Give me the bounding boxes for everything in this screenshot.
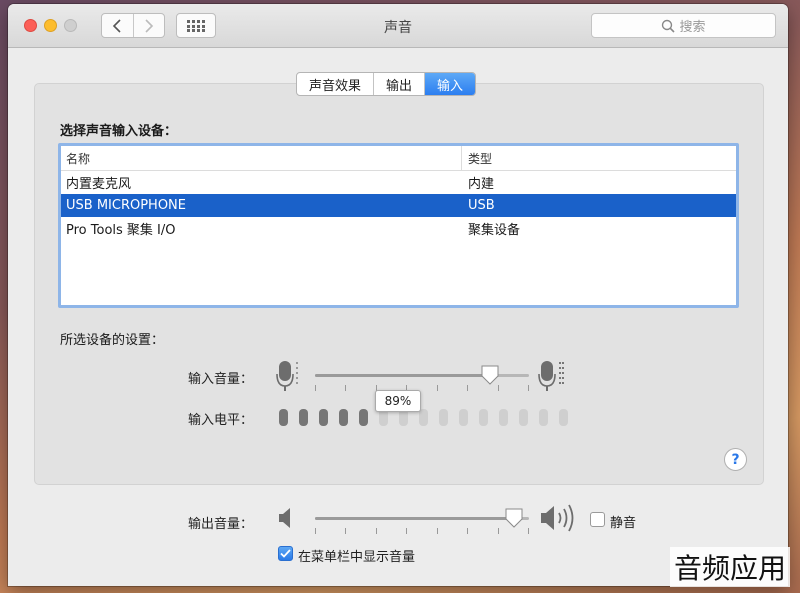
tab-output[interactable]: 输出 — [373, 73, 424, 95]
input-volume-ticks — [315, 385, 529, 391]
chevron-right-icon — [145, 18, 153, 33]
title-bar: 声音 搜索 — [8, 4, 788, 48]
search-field[interactable]: 搜索 — [591, 13, 776, 38]
zoom-button[interactable] — [64, 19, 77, 32]
slider-tick — [498, 385, 499, 391]
slider-tick — [528, 385, 529, 391]
slider-tick — [315, 385, 316, 391]
watermark: 音频应用 — [669, 547, 790, 587]
table-row[interactable]: 内置麦克风 内建 — [61, 171, 736, 194]
input-volume-label: 输入音量： — [188, 372, 254, 387]
tab-sound-effects[interactable]: 声音效果 — [297, 73, 373, 95]
input-volume-tooltip: 89% — [375, 390, 421, 412]
slider-tick — [467, 528, 468, 534]
input-volume-fill — [315, 374, 490, 377]
grid-icon — [187, 19, 205, 32]
device-type: 内建 — [468, 177, 495, 192]
level-segment — [559, 409, 568, 426]
tab-input[interactable]: 输入 — [424, 73, 476, 95]
device-table[interactable]: 名称 类型 内置麦克风 内建 USB MICROPHONE USB Pro To… — [58, 143, 739, 308]
device-settings-label: 所选设备的设置： — [60, 333, 165, 348]
show-volume-in-menubar-checkbox[interactable] — [278, 546, 293, 561]
slider-tick — [345, 528, 346, 534]
level-segment — [299, 409, 308, 426]
slider-tick — [437, 385, 438, 391]
minimize-button[interactable] — [44, 19, 57, 32]
forward-button[interactable] — [132, 14, 165, 37]
slider-tick — [315, 528, 316, 534]
table-row[interactable]: Pro Tools 聚集 I/O 聚集设备 — [61, 217, 736, 240]
level-segment — [419, 409, 428, 426]
level-segment — [279, 409, 288, 426]
input-volume-knob[interactable] — [481, 365, 499, 385]
output-volume-label: 输出音量： — [188, 517, 254, 532]
level-segment — [479, 409, 488, 426]
output-volume-ticks — [315, 528, 529, 534]
microphone-low-icon — [276, 361, 298, 391]
mute-label: 静音 — [610, 516, 637, 531]
help-button[interactable]: ? — [724, 448, 747, 471]
slider-tick — [528, 528, 529, 534]
device-type: 聚集设备 — [468, 223, 521, 238]
input-volume-slider[interactable] — [315, 365, 529, 385]
level-segment — [439, 409, 448, 426]
search-icon — [662, 19, 676, 33]
slider-tick — [498, 528, 499, 534]
navigation-buttons — [101, 13, 165, 38]
table-header: 名称 类型 — [61, 146, 736, 171]
level-segment — [459, 409, 468, 426]
level-segment — [539, 409, 548, 426]
level-segment — [499, 409, 508, 426]
device-name: USB MICROPHONE — [66, 198, 186, 213]
slider-tick — [345, 385, 346, 391]
show-volume-in-menubar-label: 在菜单栏中显示音量 — [298, 550, 416, 565]
output-volume-knob[interactable] — [505, 508, 523, 528]
microphone-high-icon — [538, 361, 564, 391]
slider-tick — [467, 385, 468, 391]
tab-bar: 声音效果 输出 输入 — [296, 72, 477, 96]
show-all-button[interactable] — [176, 13, 216, 38]
level-segment — [519, 409, 528, 426]
slider-tick — [376, 528, 377, 534]
back-button[interactable] — [102, 14, 133, 37]
level-segment — [339, 409, 348, 426]
slider-tick — [437, 528, 438, 534]
output-volume-fill — [315, 517, 514, 520]
chevron-left-icon — [113, 18, 121, 33]
column-header-name[interactable]: 名称 — [61, 150, 461, 167]
select-device-label: 选择声音输入设备： — [60, 124, 178, 139]
output-volume-slider[interactable] — [315, 508, 529, 528]
level-segment — [359, 409, 368, 426]
speaker-high-icon — [541, 504, 574, 532]
checkmark-icon — [280, 549, 291, 558]
device-name: 内置麦克风 — [66, 177, 132, 192]
speaker-low-icon — [279, 508, 290, 528]
device-name: Pro Tools 聚集 I/O — [66, 223, 176, 238]
slider-tick — [406, 528, 407, 534]
level-segment — [319, 409, 328, 426]
input-level-meter — [279, 409, 568, 426]
input-level-label: 输入电平： — [188, 413, 254, 428]
mute-checkbox[interactable] — [590, 512, 605, 527]
search-placeholder: 搜索 — [679, 20, 706, 35]
sound-preferences-window: 声音 搜索 声音效果 输出 输入 选择声音输入设备： 名称 类型 内置麦克风 内… — [8, 4, 788, 586]
table-row-selected[interactable]: USB MICROPHONE USB — [61, 194, 736, 217]
device-type: USB — [468, 198, 495, 213]
column-header-type[interactable]: 类型 — [461, 146, 492, 170]
close-button[interactable] — [24, 19, 37, 32]
